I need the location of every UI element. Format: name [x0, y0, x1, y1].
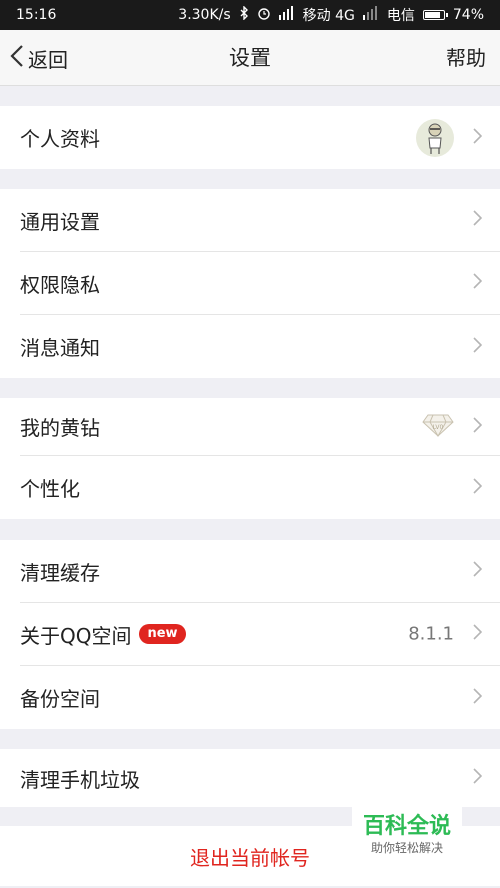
chevron-right-icon	[472, 416, 483, 437]
watermark-logo: 百科全说 助你轻松解决	[352, 806, 462, 864]
chevron-right-icon	[472, 768, 483, 788]
watermark-title: 百科全说	[362, 814, 451, 839]
signal-icon	[278, 6, 295, 24]
settings-item-label: 消息通知	[20, 336, 100, 360]
help-button[interactable]: 帮助	[446, 30, 486, 86]
logout-label: 退出当前帐号	[190, 845, 310, 870]
settings-item-label: 权限隐私	[20, 272, 100, 297]
bluetooth-icon	[239, 5, 249, 24]
page-title: 设置	[229, 46, 271, 70]
battery-icon	[422, 10, 448, 20]
status-bar: 15:16 3.30K/s 移动 4G 电信 74%	[0, 0, 500, 30]
settings-item-label: 通用设置	[20, 209, 100, 234]
network-speed: 3.30K/s	[178, 7, 231, 23]
settings-item-label: 关于QQ空间	[20, 623, 132, 648]
alarm-icon	[257, 6, 271, 24]
settings-group-profile: 个人资料	[0, 106, 500, 169]
back-button[interactable]: 返回	[10, 30, 68, 86]
settings-item-label: 个人资料	[20, 127, 100, 151]
chevron-right-icon	[472, 336, 483, 357]
settings-item-personalize[interactable]: 个性化	[20, 456, 500, 519]
diamond-icon: LV0	[422, 413, 454, 441]
chevron-left-icon	[10, 44, 28, 73]
settings-group-vip: 我的黄钻 LV0 个性化	[0, 398, 500, 519]
chevron-right-icon	[472, 210, 483, 230]
chevron-right-icon	[472, 477, 483, 498]
settings-group-cleanup: 清理手机垃圾	[0, 749, 500, 807]
battery-percent: 74%	[452, 7, 484, 23]
signal-icon-2	[362, 6, 379, 24]
settings-item-about[interactable]: 关于QQ空间 new 8.1.1	[20, 603, 500, 666]
chevron-right-icon	[472, 624, 483, 644]
watermark-subtitle: 助你轻松解决	[370, 841, 443, 855]
settings-item-clean-phone[interactable]: 清理手机垃圾	[20, 749, 500, 807]
nav-bar: 返回 设置 帮助	[0, 30, 500, 86]
settings-item-backup[interactable]: 备份空间	[20, 666, 500, 729]
settings-item-privacy[interactable]: 权限隐私	[20, 252, 500, 315]
settings-item-label: 清理手机垃圾	[20, 767, 140, 792]
chevron-right-icon	[472, 127, 483, 148]
settings-item-notifications[interactable]: 消息通知	[20, 315, 500, 378]
row-right	[416, 118, 454, 157]
settings-item-label: 个性化	[20, 477, 80, 501]
chevron-right-icon	[472, 687, 483, 708]
chevron-right-icon	[472, 561, 483, 581]
avatar	[416, 118, 454, 157]
row-right: LV0	[422, 413, 454, 441]
settings-item-label: 我的黄钻	[20, 416, 100, 440]
settings-group-storage: 清理缓存 关于QQ空间 new 8.1.1 备份空间	[0, 540, 500, 729]
settings-item-yellow-diamond[interactable]: 我的黄钻 LV0	[20, 398, 500, 456]
carrier-mobile: 移动 4G	[302, 8, 355, 24]
settings-group-general: 通用设置 权限隐私 消息通知	[0, 189, 500, 378]
row-right: 8.1.1	[408, 624, 454, 645]
settings-item-label: 备份空间	[20, 687, 100, 711]
version-value: 8.1.1	[408, 623, 454, 645]
status-time: 15:16	[16, 7, 57, 23]
status-right: 3.30K/s 移动 4G 电信 74%	[178, 5, 484, 25]
settings-item-label: 清理缓存	[20, 560, 100, 585]
svg-text:LV0: LV0	[433, 424, 444, 431]
settings-item-clear-cache[interactable]: 清理缓存	[20, 540, 500, 603]
settings-item-profile[interactable]: 个人资料	[20, 106, 500, 169]
new-badge: new	[139, 624, 186, 644]
settings-item-general[interactable]: 通用设置	[20, 189, 500, 252]
back-label: 返回	[28, 47, 68, 72]
chevron-right-icon	[472, 273, 483, 293]
carrier-telecom: 电信	[386, 8, 415, 24]
